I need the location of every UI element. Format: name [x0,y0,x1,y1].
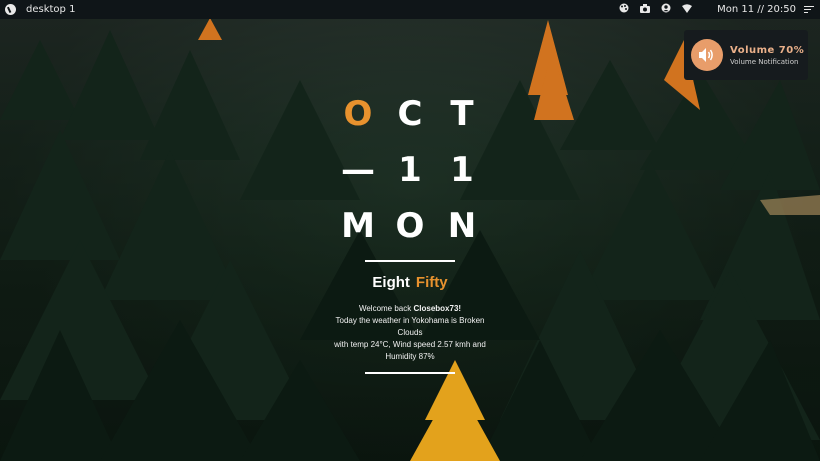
weekday-letter: M [341,206,375,246]
month-letter: O [343,94,373,134]
time-hour-word: Eight [372,274,410,291]
welcome-line: Welcome back Closebox73! [330,303,490,315]
clock[interactable]: Mon 11 // 20:50 [717,4,796,15]
speaker-icon [691,39,723,71]
volume-notification[interactable]: Volume 70% Volume Notification [684,30,808,80]
time-minute-word: Fifty [415,274,448,291]
notification-subtitle: Volume Notification [730,57,799,66]
weekday-letter: N [447,206,477,246]
user-icon[interactable] [657,3,675,16]
weather-line-1: Today the weather in Yokohama is Broken … [335,316,485,337]
top-panel: desktop 1 Mon 11 // 20:50 [0,0,820,19]
time-in-words: Eight Fifty [330,274,490,291]
month-letter: T [450,94,474,134]
workspace-label[interactable]: desktop 1 [26,4,75,15]
notification-title: Volume 70% [730,44,805,56]
weekday-letter: O [395,206,425,246]
divider-top [365,260,455,262]
day-dash: — [341,150,375,190]
date-time-widget: OCT —1 1 MON Eight Fifty Welcome back Clos… [330,92,490,374]
username: Closebox73! [413,304,462,313]
menu-icon[interactable] [804,6,814,13]
notification-text: Volume 70% Volume Notification [730,45,804,66]
weekday-display: MON [330,204,490,260]
month-display: OCT [330,92,490,148]
day-digit: 1 [450,150,474,190]
weather-message: Welcome back Closebox73! Today the weath… [330,303,490,363]
welcome-prefix: Welcome back [358,304,414,313]
divider-bottom [365,372,455,374]
camera-icon[interactable] [636,3,654,16]
day-display: — 1 1 [330,148,490,204]
wifi-icon[interactable] [678,3,696,16]
palette-icon[interactable] [615,3,633,16]
launcher-logo-icon[interactable] [5,4,16,15]
month-letter: C [397,94,423,134]
day-digit: 1 [398,150,422,190]
weather-line-2: with temp 24°C, Wind speed 2.57 kmh and … [334,340,486,361]
